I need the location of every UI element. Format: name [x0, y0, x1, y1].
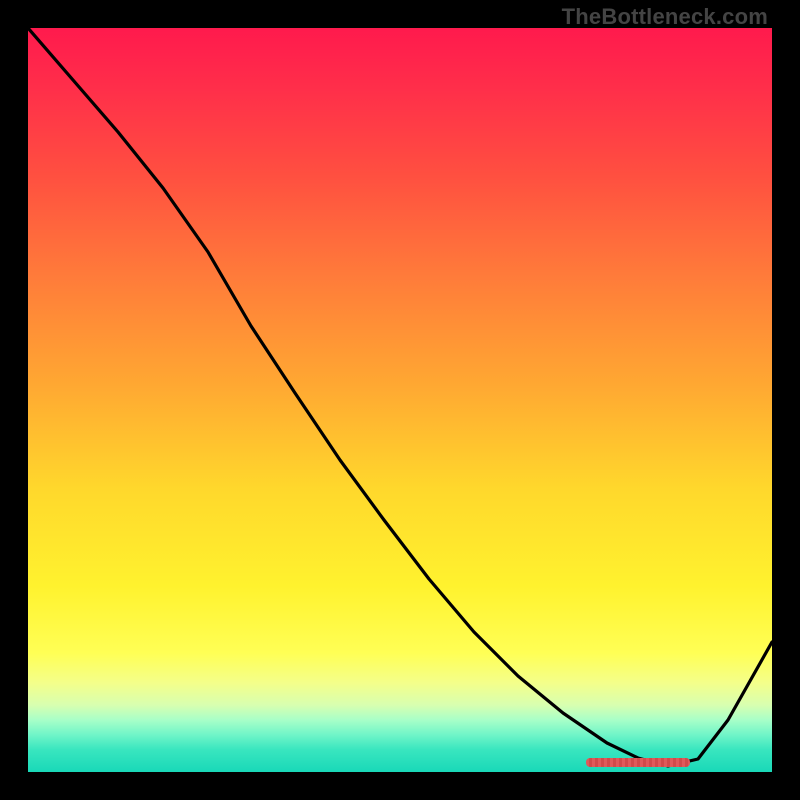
optimal-range-marker	[586, 758, 690, 767]
curve-layer	[28, 28, 772, 772]
plot-area	[28, 28, 772, 772]
chart-frame: TheBottleneck.com	[0, 0, 800, 800]
watermark-text: TheBottleneck.com	[562, 4, 768, 30]
bottleneck-curve-line	[28, 28, 772, 766]
